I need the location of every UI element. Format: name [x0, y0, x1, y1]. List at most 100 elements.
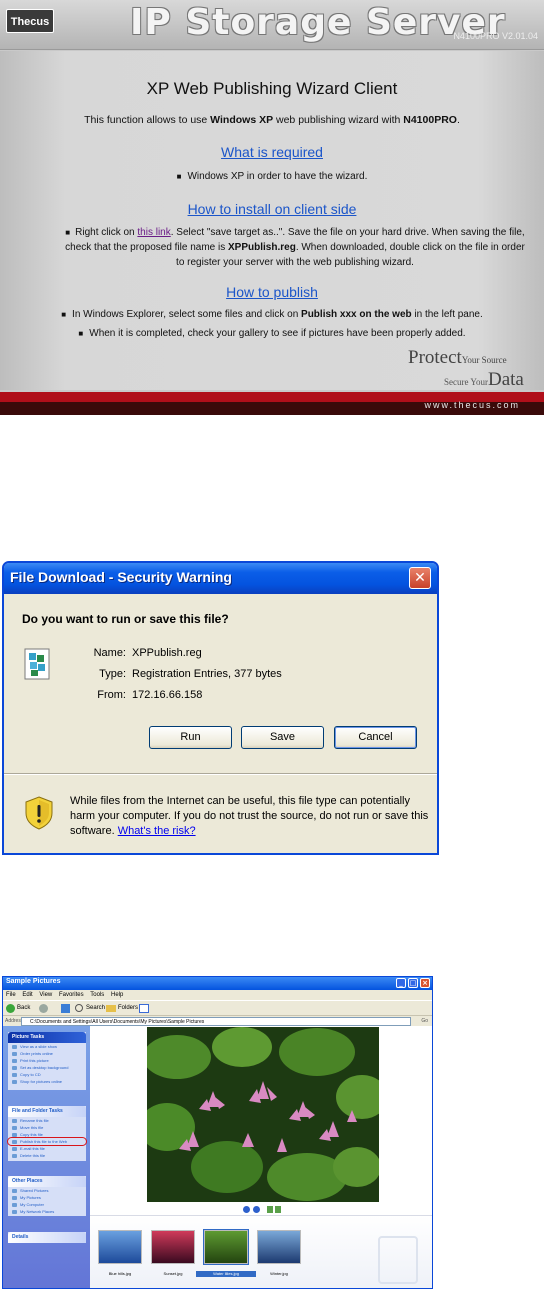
section-required-heading[interactable]: What is required	[0, 144, 544, 160]
explorer-title: Sample Pictures	[6, 978, 61, 985]
dialog-titlebar[interactable]: File Download - Security Warning ✕	[4, 563, 437, 594]
from-value: 172.16.66.158	[132, 689, 203, 701]
cancel-button[interactable]: Cancel	[334, 726, 417, 749]
security-shield-icon	[25, 796, 53, 830]
minimize-icon[interactable]: _	[396, 978, 406, 988]
picture-tasks-panel: Picture Tasks View as a slide show Order…	[8, 1032, 86, 1090]
version-label: N4100PRO V2.01.04	[453, 31, 538, 41]
publish-bullet-1: ■ In Windows Explorer, select some files …	[61, 309, 483, 320]
rotate-counterclockwise-icon[interactable]	[275, 1206, 281, 1213]
name-label: Name:	[93, 647, 126, 659]
menu-help[interactable]: Help	[111, 992, 123, 998]
picture-viewer: Blue hills.jpg Sunset.jpg Water lilies.j…	[90, 1026, 432, 1288]
warning-text: While files from the Internet can be use…	[70, 795, 429, 837]
task-move[interactable]: Move this file	[8, 1124, 86, 1131]
task-desktop-background[interactable]: Set as desktop background	[8, 1064, 86, 1071]
task-copy[interactable]: Copy this file	[8, 1131, 86, 1138]
thumb-caption: Winter.jpg	[270, 1271, 288, 1276]
thumb-sunset[interactable]	[151, 1230, 195, 1264]
file-folder-tasks-panel: File and Folder Tasks Rename this file M…	[7, 1106, 87, 1161]
type-label: Type:	[99, 668, 126, 680]
menu-file[interactable]: File	[6, 992, 16, 998]
folders-button[interactable]: Folders	[118, 1001, 138, 1016]
back-button[interactable]: Back	[17, 1001, 30, 1016]
address-bar: Address C:\Documents and Settings\All Us…	[3, 1015, 432, 1026]
task-print-picture[interactable]: Print this picture	[8, 1057, 86, 1064]
watermark-icon	[378, 1236, 418, 1284]
task-pane: Picture Tasks View as a slide show Order…	[3, 1026, 90, 1288]
dialog-title: File Download - Security Warning	[10, 569, 232, 585]
thecus-logo[interactable]: Thecus	[6, 9, 54, 33]
page-content: XP Web Publishing Wizard Client This fun…	[0, 51, 544, 390]
task-order-prints[interactable]: Order prints online	[8, 1050, 86, 1057]
water-lilies-preview[interactable]	[147, 1027, 379, 1202]
explorer-titlebar[interactable]: Sample Pictures _ □ ×	[3, 977, 432, 990]
name-value: XPPublish.reg	[132, 647, 202, 659]
this-link[interactable]: this link	[137, 227, 170, 238]
type-value: Registration Entries, 377 bytes	[132, 668, 282, 680]
other-places-header[interactable]: Other Places	[8, 1176, 86, 1187]
task-delete[interactable]: Delete this file	[8, 1152, 86, 1159]
task-copy-cd[interactable]: Copy to CD	[8, 1071, 86, 1078]
forward-icon[interactable]	[39, 1004, 48, 1013]
whats-the-risk-link[interactable]: What's the risk?	[118, 825, 196, 837]
task-publish-web[interactable]: Publish this file to the Web	[7, 1137, 87, 1146]
address-input[interactable]: C:\Documents and Settings\All Users\Docu…	[21, 1017, 411, 1026]
up-folder-icon[interactable]	[61, 1004, 70, 1013]
menu-bar: File Edit View Favorites Tools Help	[3, 990, 432, 1000]
close-icon[interactable]: ×	[420, 978, 430, 988]
thumb-winter[interactable]	[257, 1230, 301, 1264]
dialog-separator	[4, 773, 437, 775]
folders-icon[interactable]	[106, 1005, 116, 1012]
tagline-protect: ProtectYour Source	[408, 347, 507, 368]
product-title: IP Storage Server	[130, 2, 506, 43]
previous-image-icon[interactable]	[243, 1206, 250, 1213]
task-rename[interactable]: Rename this file	[8, 1117, 86, 1124]
place-network-places[interactable]: My Network Places	[8, 1208, 86, 1215]
explorer-window: Sample Pictures _ □ × File Edit View Fav…	[2, 976, 433, 1289]
place-my-computer[interactable]: My Computer	[8, 1201, 86, 1208]
registry-file-icon	[24, 648, 50, 680]
search-icon[interactable]	[75, 1004, 83, 1012]
from-label: From:	[97, 689, 126, 701]
search-button[interactable]: Search	[86, 1001, 105, 1016]
place-my-pictures[interactable]: My Pictures	[8, 1194, 86, 1201]
details-header[interactable]: Details	[8, 1232, 86, 1243]
maximize-icon[interactable]: □	[408, 978, 418, 988]
task-email[interactable]: E-mail this file	[8, 1145, 86, 1152]
back-icon[interactable]	[6, 1004, 15, 1013]
required-bullet: ■ Windows XP in order to have the wizard.	[176, 171, 368, 182]
publish-bullet-2: ■ When it is completed, check your galler…	[78, 328, 466, 339]
thumb-blue-hills[interactable]	[98, 1230, 142, 1264]
save-button[interactable]: Save	[241, 726, 324, 749]
views-icon[interactable]	[139, 1004, 149, 1013]
footer-url[interactable]: www.thecus.com	[424, 400, 520, 410]
run-button[interactable]: Run	[149, 726, 232, 749]
install-instructions: ■ Right click on this link. Select "save …	[65, 227, 525, 268]
section-install-heading[interactable]: How to install on client side	[0, 201, 544, 217]
section-publish-heading[interactable]: How to publish	[0, 284, 544, 300]
thumb-water-lilies[interactable]	[203, 1229, 249, 1265]
page-title: XP Web Publishing Wizard Client	[146, 79, 398, 98]
menu-view[interactable]: View	[39, 992, 52, 998]
toolbar: Back Search Folders	[3, 1000, 432, 1015]
thecus-web-page: Thecus IP Storage Server N4100PRO V2.01.…	[0, 0, 544, 415]
close-icon[interactable]: ✕	[409, 567, 431, 589]
task-shop-online[interactable]: Shop for pictures online	[8, 1078, 86, 1085]
file-download-dialog: File Download - Security Warning ✕ Do yo…	[2, 561, 439, 855]
intro-text: This function allows to use Windows XP w…	[84, 114, 460, 126]
menu-favorites[interactable]: Favorites	[59, 992, 84, 998]
picture-tasks-header[interactable]: Picture Tasks	[8, 1032, 86, 1043]
thumb-caption: Water lilies.jpg	[196, 1271, 256, 1277]
next-image-icon[interactable]	[253, 1206, 260, 1213]
thumb-caption: Blue hills.jpg	[108, 1271, 132, 1276]
file-folder-tasks-header[interactable]: File and Folder Tasks	[8, 1106, 86, 1117]
task-slide-show[interactable]: View as a slide show	[8, 1043, 86, 1050]
filmstrip: Blue hills.jpg Sunset.jpg Water lilies.j…	[90, 1215, 432, 1288]
place-shared-pictures[interactable]: Shared Pictures	[8, 1187, 86, 1194]
menu-edit[interactable]: Edit	[22, 992, 32, 998]
details-panel: Details	[8, 1232, 86, 1243]
menu-tools[interactable]: Tools	[90, 992, 104, 998]
rotate-clockwise-icon[interactable]	[267, 1206, 273, 1213]
thecus-footer: www.thecus.com	[0, 392, 544, 415]
